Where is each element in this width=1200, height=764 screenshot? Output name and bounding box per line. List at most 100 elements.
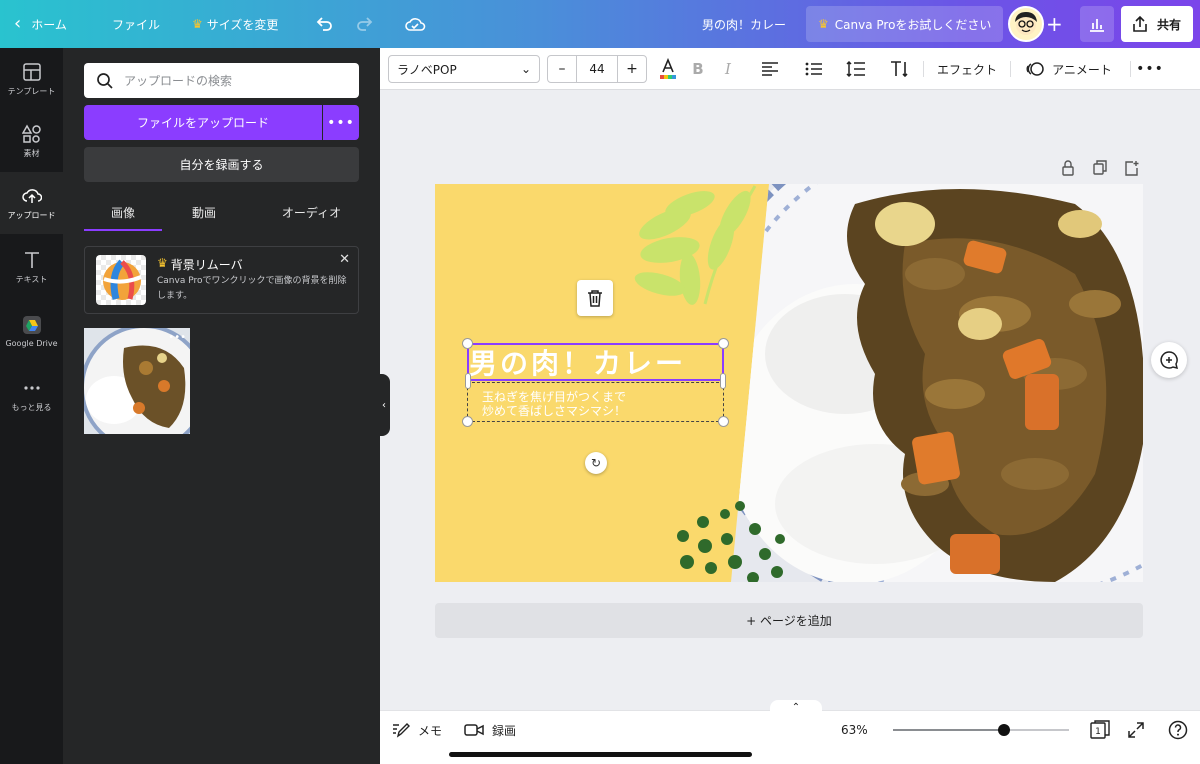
uploads-panel: ファイルをアップロード ••• 自分を録画する 画像 動画 オーディオ ♛ 背景…	[63, 48, 380, 764]
rail-item-templates[interactable]: テンプレート	[0, 48, 63, 110]
increase-font-size-button[interactable]: +	[618, 56, 646, 82]
add-comment-button[interactable]	[1151, 342, 1187, 378]
redo-button[interactable]	[355, 0, 375, 48]
home-button[interactable]: ‹ ホーム	[14, 0, 67, 48]
rail-item-google-drive[interactable]: Google Drive	[0, 300, 63, 362]
resize-button[interactable]: ♛ サイズを変更	[192, 0, 278, 48]
resize-handle[interactable]	[462, 416, 473, 427]
italic-button[interactable]: I	[718, 48, 738, 90]
decrease-font-size-button[interactable]: –	[548, 56, 576, 82]
page-tools	[1061, 160, 1139, 176]
upload-file-button[interactable]: ファイルをアップロード	[84, 105, 322, 140]
help-button[interactable]	[1168, 711, 1188, 749]
bold-button[interactable]: B	[688, 48, 708, 90]
rail-item-elements[interactable]: 素材	[0, 110, 63, 172]
spacing-button[interactable]	[845, 48, 867, 90]
share-label: 共有	[1157, 17, 1182, 32]
more-options-button[interactable]: •••	[1136, 48, 1163, 90]
text-icon	[24, 251, 39, 268]
zoom-level[interactable]: 63%	[841, 711, 868, 749]
page-count: 1	[1095, 727, 1101, 737]
promo-title-text: 背景リムーバ	[170, 258, 243, 272]
share-button[interactable]: 共有	[1121, 6, 1193, 42]
tab-audio[interactable]: オーディオ	[264, 193, 359, 231]
design-subtitle-text[interactable]: 玉ねぎを焦げ目がつくまで 炒めて香ばしさマシマシ！	[482, 390, 626, 418]
zoom-slider-knob[interactable]	[998, 724, 1010, 736]
rotate-handle[interactable]: ↻	[585, 452, 607, 474]
notes-button[interactable]: メモ	[392, 711, 442, 749]
resize-handle[interactable]	[462, 338, 473, 349]
rail-item-text[interactable]: テキスト	[0, 236, 63, 298]
lock-icon[interactable]	[1061, 160, 1075, 176]
pages-icon: 1	[1090, 720, 1110, 739]
crown-icon: ♛	[192, 17, 203, 31]
upload-more-button[interactable]: •••	[323, 105, 359, 140]
align-left-button[interactable]	[759, 48, 781, 90]
share-icon	[1133, 15, 1147, 32]
home-label: ホーム	[31, 17, 67, 32]
animate-icon	[1026, 62, 1044, 76]
home-indicator	[449, 752, 752, 757]
search-box[interactable]	[84, 63, 359, 98]
rail-label: もっと見る	[11, 402, 52, 412]
bar-chart-icon	[1090, 19, 1104, 32]
expand-pages-button[interactable]: ⌃	[770, 700, 822, 714]
rail-label: Google Drive	[5, 338, 58, 348]
undo-icon	[316, 17, 332, 31]
rail-item-uploads[interactable]: アップロード	[0, 172, 63, 234]
avatar[interactable]	[1008, 6, 1044, 42]
cloud-saved-button[interactable]	[404, 0, 426, 48]
page-count-button[interactable]: 1	[1090, 711, 1110, 749]
file-menu-button[interactable]: ファイル	[112, 0, 160, 48]
thumbnail-more-icon[interactable]: •••	[168, 332, 186, 343]
resize-handle[interactable]	[465, 373, 471, 389]
delete-element-button[interactable]	[577, 280, 613, 316]
add-page-icon[interactable]	[1125, 160, 1139, 176]
font-family-select[interactable]: ラノベPOP ⌄	[388, 55, 540, 83]
background-remover-promo[interactable]: ♛ 背景リムーバ Canva Proでワンクリックで画像の背景を削除します。 ✕	[84, 246, 359, 314]
chevron-down-icon: ⌄	[520, 62, 531, 76]
text-color-button[interactable]	[656, 48, 680, 90]
insights-button[interactable]	[1080, 6, 1114, 42]
record-button[interactable]: 録画	[464, 711, 516, 749]
list-button[interactable]	[803, 48, 825, 90]
beach-ball-icon	[103, 259, 142, 300]
animate-button[interactable]: アニメート	[1026, 48, 1112, 90]
record-yourself-button[interactable]: 自分を録画する	[84, 147, 359, 182]
text-color-icon	[660, 58, 676, 79]
toolbar-divider	[923, 61, 924, 77]
add-page-button[interactable]: + ページを追加	[435, 603, 1143, 638]
rail-label: テンプレート	[7, 86, 56, 96]
zoom-slider[interactable]	[893, 724, 1069, 736]
rail-item-more[interactable]: もっと見る	[0, 364, 63, 426]
rail-label: 素材	[23, 148, 40, 158]
resize-handle[interactable]	[718, 416, 729, 427]
align-left-icon	[762, 62, 778, 76]
search-input[interactable]	[124, 73, 344, 88]
animate-label: アニメート	[1052, 62, 1112, 77]
effects-button[interactable]: エフェクト	[936, 48, 998, 90]
resize-handle[interactable]	[720, 373, 726, 389]
add-collaborator-button[interactable]: +	[1046, 0, 1063, 48]
document-title[interactable]: 男の肉！カレー	[702, 0, 786, 48]
vertical-text-button[interactable]	[889, 48, 911, 90]
template-icon	[22, 62, 41, 81]
tab-videos[interactable]: 動画	[164, 193, 244, 231]
more-dots-icon: •••	[327, 114, 355, 131]
uploaded-image-thumbnail[interactable]: •••	[84, 328, 190, 434]
zoom-slider-fill	[893, 729, 1004, 731]
close-icon[interactable]: ✕	[339, 252, 350, 267]
toolbar-divider	[1130, 61, 1131, 77]
tab-images[interactable]: 画像	[84, 193, 162, 231]
pencil-lines-icon	[393, 723, 410, 738]
try-pro-button[interactable]: ♛ Canva Proをお試しください	[806, 6, 1004, 42]
resize-handle[interactable]	[718, 338, 729, 349]
undo-button[interactable]	[314, 0, 334, 48]
bottom-bar: ⌃ メモ 録画 63% 1	[380, 700, 1200, 764]
collapse-panel-handle[interactable]: ‹	[378, 374, 390, 436]
duplicate-page-icon[interactable]	[1093, 160, 1107, 176]
font-size-input[interactable]: 44	[576, 56, 618, 82]
left-rail: テンプレート 素材 アップロード テキスト Google Drive もっと見る	[0, 48, 63, 764]
fullscreen-button[interactable]	[1128, 711, 1144, 749]
text-direction-icon	[891, 61, 908, 78]
